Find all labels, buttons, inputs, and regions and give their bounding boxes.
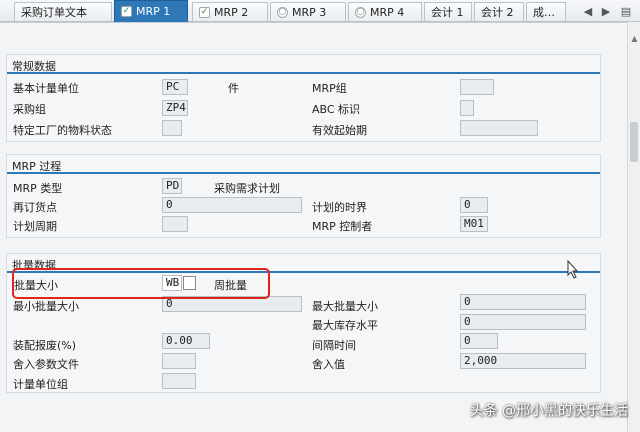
status-circle-icon: ○ [355, 6, 366, 18]
base-uom-desc: 件 [228, 82, 239, 95]
mrp-type-desc: 采购需求计划 [214, 182, 280, 195]
abc-indicator-field[interactable] [460, 100, 474, 116]
max-lot-size-label: 最大批量大小 [312, 300, 378, 313]
scroll-up-icon[interactable]: ▲ [629, 34, 640, 44]
plant-status-label: 特定工厂的物料状态 [13, 124, 112, 137]
max-stock-level-field[interactable]: 0 [460, 314, 586, 330]
rounding-profile-label: 舍入参数文件 [13, 358, 79, 371]
uom-group-field[interactable] [162, 373, 196, 389]
mrp-type-field[interactable]: PD [162, 178, 182, 194]
mrp-controller-label: MRP 控制者 [312, 220, 373, 233]
mrp-controller-field[interactable]: M01 [460, 216, 488, 232]
max-stock-level-label: 最大库存水平 [312, 319, 378, 332]
reorder-point-label: 再订货点 [13, 201, 57, 214]
tab-label: MRP 3 [292, 5, 327, 19]
abc-indicator-label: ABC 标识 [312, 103, 361, 116]
tab-strip: 采购订单文本 ✓ MRP 1 ✓ MRP 2 ○ MRP 3 ○ MRP 4 会… [0, 0, 640, 22]
planning-time-fence-label: 计划的时界 [312, 201, 367, 214]
rounding-profile-field[interactable] [162, 353, 196, 369]
tab-mrp3[interactable]: ○ MRP 3 [270, 2, 346, 21]
mrp-group-label: MRP组 [312, 82, 347, 95]
tab-label: 会计 1 [431, 6, 464, 19]
status-circle-icon: ○ [277, 6, 288, 18]
tab-label: MRP 2 [214, 5, 249, 19]
min-lot-size-label: 最小批量大小 [13, 300, 79, 313]
check-icon: ✓ [199, 6, 210, 18]
check-icon: ✓ [121, 6, 132, 17]
tab-purchase-order-text[interactable]: 采购订单文本 [14, 2, 112, 21]
tab-accounting2[interactable]: 会计 2 [474, 2, 524, 21]
valid-from-label: 有效起始期 [312, 124, 367, 137]
tab-label: 会计 2 [481, 6, 514, 19]
plant-status-field[interactable] [162, 120, 182, 136]
reorder-point-field[interactable]: 0 [162, 197, 302, 213]
rounding-value-field[interactable]: 2,000 [460, 353, 586, 369]
assembly-scrap-label: 装配报废(%) [13, 339, 77, 352]
purchasing-group-label: 采购组 [13, 103, 46, 116]
tab-costing[interactable]: 成… [526, 2, 566, 21]
takt-time-field[interactable]: 0 [460, 333, 498, 349]
planning-time-fence-field[interactable]: 0 [460, 197, 488, 213]
tab-scroll-left-icon[interactable]: ◀ [580, 3, 596, 19]
group-divider [7, 72, 600, 74]
assembly-scrap-field[interactable]: 0.00 [162, 333, 210, 349]
scroll-thumb[interactable] [630, 122, 638, 162]
group-mrp-procedure: MRP 过程 [6, 154, 601, 238]
tab-label: 采购订单文本 [21, 6, 87, 19]
planning-cycle-field[interactable] [162, 216, 188, 232]
tab-mrp2[interactable]: ✓ MRP 2 [192, 2, 268, 21]
max-lot-size-field[interactable]: 0 [460, 294, 586, 310]
highlight-box [12, 268, 270, 299]
purchasing-group-field[interactable]: ZP4 [162, 100, 188, 116]
valid-from-field[interactable] [460, 120, 538, 136]
tab-scroll-right-icon[interactable]: ▶ [598, 3, 614, 19]
mouse-cursor-icon [567, 260, 579, 279]
tab-list-icon[interactable]: ▤ [618, 3, 634, 19]
mrp-group-field[interactable] [460, 79, 494, 95]
vertical-scrollbar[interactable]: ▲ [627, 22, 640, 432]
mrp-type-label: MRP 类型 [13, 182, 63, 195]
uom-group-label: 计量单位组 [13, 378, 68, 391]
tab-label: MRP 1 [136, 5, 171, 18]
takt-time-label: 间隔时间 [312, 339, 356, 352]
tab-label: 成… [533, 6, 555, 19]
rounding-value-label: 舍入值 [312, 358, 345, 371]
watermark: 头条 @邢小黑的快乐生活 [469, 403, 628, 419]
base-uom-label: 基本计量单位 [13, 82, 79, 95]
group-divider [7, 172, 600, 174]
tab-accounting1[interactable]: 会计 1 [424, 2, 472, 21]
tab-mrp4[interactable]: ○ MRP 4 [348, 2, 422, 21]
planning-cycle-label: 计划周期 [13, 220, 57, 233]
base-uom-field[interactable]: PC [162, 79, 188, 95]
tab-label: MRP 4 [370, 5, 405, 19]
tab-mrp1[interactable]: ✓ MRP 1 [114, 0, 188, 22]
